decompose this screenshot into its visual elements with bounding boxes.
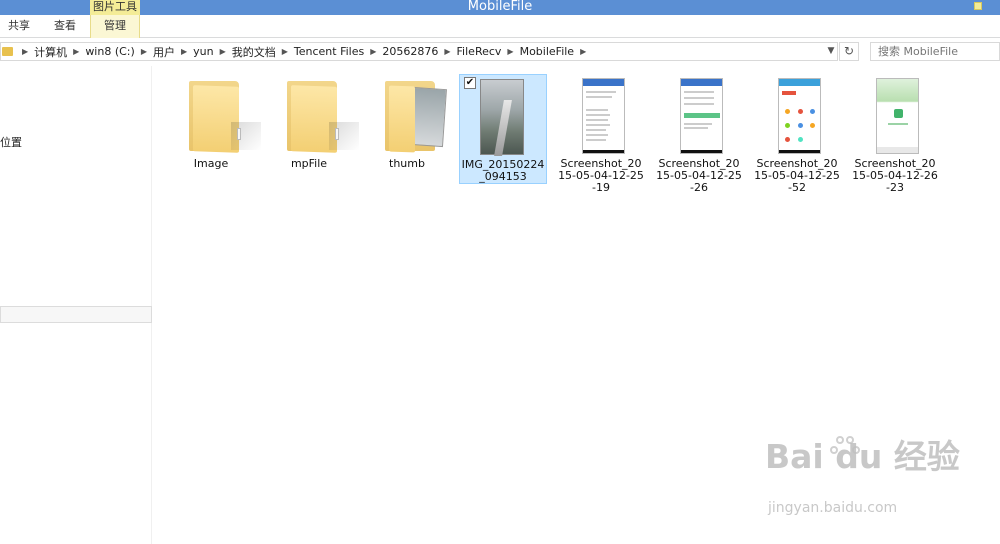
breadcrumb-computer[interactable]: 计算机: [34, 44, 67, 60]
file-item-screenshot-1[interactable]: Screenshot_2015-05-04-12-25-19: [557, 74, 645, 194]
screenshot-thumbnail-icon: [778, 78, 821, 154]
screenshot-thumbnail-icon: [876, 78, 919, 154]
file-name: Screenshot_2015-05-04-12-25-19: [558, 157, 644, 194]
breadcrumb-users[interactable]: 用户: [153, 44, 175, 60]
checkbox-icon[interactable]: ✔: [464, 77, 476, 89]
chevron-right-icon[interactable]: ▶: [220, 47, 226, 56]
window-control-icon[interactable]: [974, 2, 982, 10]
chevron-right-icon[interactable]: ▶: [181, 47, 187, 56]
screenshot-thumbnail-icon: [582, 78, 625, 154]
chevron-right-icon[interactable]: ▶: [141, 47, 147, 56]
file-item-thumb-folder[interactable]: thumb: [363, 74, 451, 184]
breadcrumb-user[interactable]: yun: [193, 45, 213, 58]
breadcrumb-tencent-files[interactable]: Tencent Files: [294, 45, 364, 58]
folder-icon: [287, 78, 359, 153]
breadcrumb-drive[interactable]: win8 (C:): [85, 45, 135, 58]
baidu-watermark-logo: Bai du 经验: [765, 437, 960, 476]
chevron-right-icon[interactable]: ▶: [444, 47, 450, 56]
screenshot-thumbnail-icon: [680, 78, 723, 154]
breadcrumb-account[interactable]: 20562876: [382, 45, 438, 58]
chevron-right-icon[interactable]: ▶: [22, 47, 28, 56]
navigation-pane: 位置: [0, 66, 152, 544]
breadcrumb-documents[interactable]: 我的文档: [232, 44, 276, 60]
folder-icon: [189, 78, 261, 153]
file-name: Screenshot_2015-05-04-12-25-26: [656, 157, 742, 194]
folder-icon: [2, 47, 13, 56]
file-item-image-folder[interactable]: Image: [167, 74, 261, 184]
tab-share[interactable]: 共享: [0, 15, 38, 38]
chevron-right-icon[interactable]: ▶: [580, 47, 586, 56]
breadcrumb-filerecv[interactable]: FileRecv: [457, 45, 502, 58]
breadcrumb-mobilefile[interactable]: MobileFile: [520, 45, 575, 58]
chevron-right-icon[interactable]: ▶: [370, 47, 376, 56]
file-item-screenshot-2[interactable]: Screenshot_2015-05-04-12-25-26: [655, 74, 743, 194]
tab-manage[interactable]: 管理: [90, 15, 140, 38]
file-item-mpfile-folder[interactable]: mpFile: [265, 74, 359, 184]
file-name: Screenshot_2015-05-04-12-25-52: [754, 157, 840, 194]
chevron-right-icon[interactable]: ▶: [507, 47, 513, 56]
nav-section-bar[interactable]: [0, 306, 152, 323]
file-item-screenshot-3[interactable]: Screenshot_2015-05-04-12-25-52: [753, 74, 841, 194]
chevron-right-icon[interactable]: ▶: [282, 47, 288, 56]
nav-location-label[interactable]: 位置: [0, 134, 22, 150]
address-bar-row: ▶ 计算机 ▶ win8 (C:) ▶ 用户 ▶ yun ▶ 我的文档 ▶ Te…: [0, 38, 1000, 66]
file-name: thumb: [389, 157, 425, 170]
baidu-watermark-url: jingyan.baidu.com: [768, 500, 898, 516]
file-item-screenshot-4[interactable]: Screenshot_2015-05-04-12-26-23: [851, 74, 939, 194]
chevron-down-icon[interactable]: ▼: [825, 43, 837, 60]
title-bar: 图片工具 MobileFile: [0, 0, 1000, 15]
address-bar[interactable]: ▶ 计算机 ▶ win8 (C:) ▶ 用户 ▶ yun ▶ 我的文档 ▶ Te…: [0, 42, 838, 61]
ribbon: 共享 查看 管理: [0, 15, 1000, 38]
file-name: Screenshot_2015-05-04-12-26-23: [852, 157, 938, 194]
refresh-icon[interactable]: ↻: [839, 42, 859, 61]
chevron-right-icon[interactable]: ▶: [73, 47, 79, 56]
file-name: Image: [193, 157, 229, 170]
file-name: IMG_20150224_094153: [461, 158, 545, 183]
search-input[interactable]: [870, 42, 1000, 61]
folder-image-icon: [385, 78, 447, 153]
tab-view[interactable]: 查看: [45, 15, 85, 38]
file-name: mpFile: [290, 157, 328, 170]
photo-thumbnail-icon: [480, 79, 524, 156]
file-item-img[interactable]: ✔ IMG_20150224_094153: [459, 74, 547, 184]
window-title: MobileFile: [467, 0, 533, 14]
